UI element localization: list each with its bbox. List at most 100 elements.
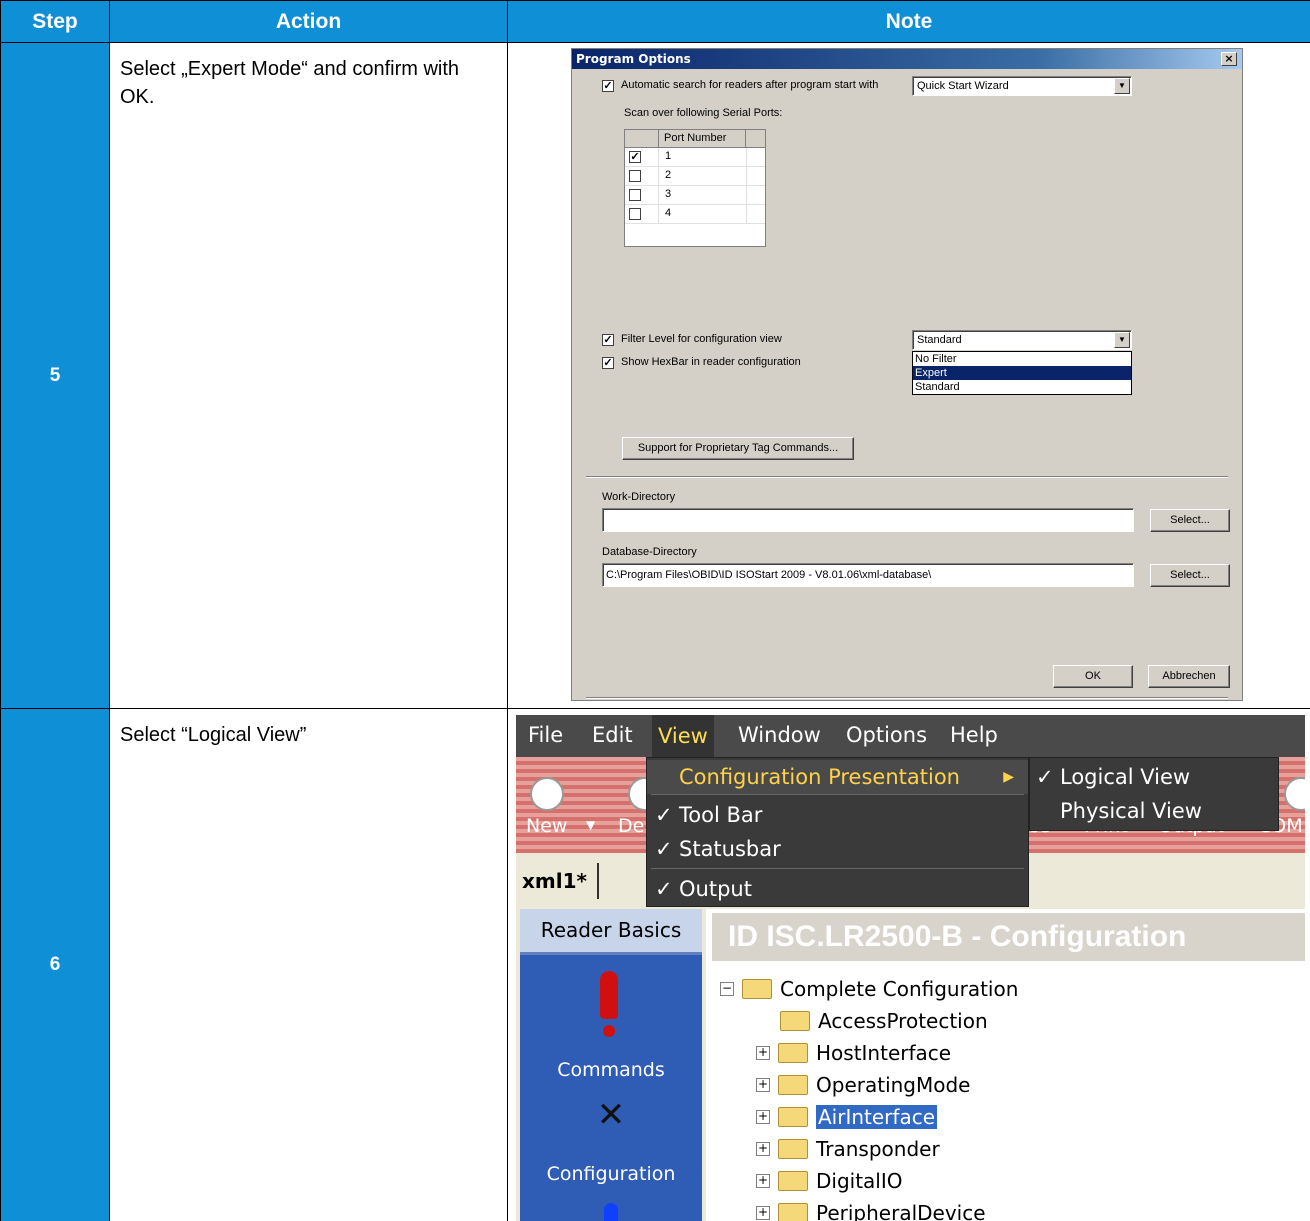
tree-item-selected[interactable]: + AirInterface: [756, 1103, 938, 1131]
collapse-icon[interactable]: −: [720, 981, 734, 996]
folder-icon: [778, 1202, 808, 1221]
header-action: Action: [109, 0, 508, 43]
tree-item[interactable]: + Transponder: [756, 1135, 940, 1163]
filter-level-checkbox[interactable]: ✓: [602, 334, 614, 346]
iso-icon: [604, 1203, 618, 1221]
menu-item-label: Physical View: [1060, 799, 1202, 823]
port-3-checkbox[interactable]: [629, 189, 641, 201]
expand-icon[interactable]: +: [756, 1173, 770, 1188]
auto-search-combo[interactable]: Quick Start Wizard ▼: [912, 76, 1132, 96]
dropdown-option-selected[interactable]: Expert: [913, 366, 1131, 380]
menu-file[interactable]: File: [528, 723, 563, 747]
toolbar-label-new[interactable]: New: [526, 815, 567, 837]
tree-item[interactable]: AccessProtection: [780, 1007, 988, 1035]
sidebar-header[interactable]: Reader Basics: [520, 909, 702, 955]
menu-item-output[interactable]: ✓ Output: [647, 872, 1028, 906]
db-dir-field[interactable]: C:\Program Files\OBID\ID ISOStart 2009 -…: [602, 563, 1134, 587]
commands-icon[interactable]: [600, 971, 618, 1019]
db-dir-select-button[interactable]: Select...: [1150, 564, 1230, 587]
commands-icon-dot: [603, 1025, 615, 1037]
menu-item-tool-bar[interactable]: ✓ Tool Bar: [647, 798, 1028, 832]
chevron-down-icon[interactable]: ▼: [1114, 332, 1130, 348]
folder-icon: [778, 1106, 808, 1127]
tree-item[interactable]: + PeripheralDevice: [756, 1199, 986, 1221]
proprietary-commands-button[interactable]: Support for Proprietary Tag Commands...: [622, 437, 854, 460]
menu-item-configuration-presentation[interactable]: Configuration Presentation ▶: [647, 760, 1028, 794]
program-options-dialog: Program Options × ✓ Automatic search for…: [571, 48, 1243, 701]
show-hexbar-checkbox[interactable]: ✓: [602, 357, 614, 369]
com-icon[interactable]: [1284, 777, 1305, 811]
expand-icon[interactable]: +: [756, 1045, 770, 1060]
tree-item[interactable]: + OperatingMode: [756, 1071, 970, 1099]
port-row[interactable]: ✓ 1: [625, 148, 765, 167]
folder-icon: [778, 1138, 808, 1159]
filter-level-label: Filter Level for configuration view: [621, 333, 782, 345]
menu-item-label: Output: [679, 877, 752, 901]
app-screenshot: New ▼ De ce Print Output COM File Edit V…: [516, 715, 1305, 1221]
tree-label: HostInterface: [816, 1041, 952, 1065]
sidebar-item-commands[interactable]: Commands: [520, 1059, 702, 1081]
sidebar: Reader Basics Commands ✕ Configuration: [520, 909, 702, 1221]
close-icon[interactable]: ×: [1221, 52, 1237, 66]
menu-separator: [651, 794, 1024, 795]
menu-separator: [651, 868, 1024, 869]
dropdown-option[interactable]: Standard: [913, 380, 1131, 394]
menu-item-statusbar[interactable]: ✓ Statusbar: [647, 832, 1028, 866]
menu-item-physical-view[interactable]: Physical View: [1030, 794, 1278, 828]
port-grid[interactable]: Port Number ✓ 1 2 3 4: [624, 129, 766, 247]
tree-item[interactable]: − Complete Configuration: [720, 975, 1018, 1003]
menu-item-logical-view[interactable]: ✓ Logical View: [1030, 760, 1278, 794]
menu-item-label: Statusbar: [679, 837, 781, 861]
menu-options[interactable]: Options: [846, 723, 927, 747]
expand-icon[interactable]: +: [756, 1109, 770, 1124]
new-document-icon[interactable]: [530, 777, 564, 811]
dropdown-arrow-icon[interactable]: ▼: [586, 818, 595, 832]
port-number: 3: [665, 188, 672, 200]
port-row[interactable]: 4: [625, 205, 765, 224]
filter-level-combo-value: Standard: [917, 334, 962, 346]
chevron-down-icon[interactable]: ▼: [1114, 78, 1130, 94]
ok-button[interactable]: OK: [1053, 665, 1133, 688]
cancel-button[interactable]: Abbrechen: [1148, 665, 1230, 688]
note-cell: Program Options × ✓ Automatic search for…: [507, 42, 1310, 709]
port-row[interactable]: 2: [625, 167, 765, 186]
expand-icon[interactable]: +: [756, 1077, 770, 1092]
tree-item[interactable]: + DigitalIO: [756, 1167, 903, 1195]
menu-help[interactable]: Help: [950, 723, 998, 747]
port-2-checkbox[interactable]: [629, 170, 641, 182]
action-text: Select “Logical View”: [109, 708, 508, 1221]
port-header-blank: [625, 130, 659, 147]
sidebar-item-configuration[interactable]: Configuration: [520, 1163, 702, 1185]
expand-icon[interactable]: +: [756, 1141, 770, 1156]
step-number: 6: [0, 708, 110, 1221]
work-dir-field[interactable]: [602, 508, 1134, 532]
toolbar-label-detect[interactable]: De: [618, 815, 644, 837]
check-icon: ✓: [655, 877, 673, 901]
dialog-title-bar: Program Options ×: [572, 49, 1242, 69]
menu-view[interactable]: View: [652, 715, 714, 757]
tools-icon[interactable]: ✕: [586, 1095, 636, 1135]
show-hexbar-label: Show HexBar in reader configuration: [621, 356, 801, 368]
tree-label: AccessProtection: [818, 1009, 988, 1033]
port-row[interactable]: 3: [625, 186, 765, 205]
port-divider: [746, 148, 747, 167]
presentation-submenu: ✓ Logical View Physical View: [1029, 757, 1279, 831]
dialog-title: Program Options: [576, 52, 691, 66]
tab-xml1[interactable]: xml1*: [522, 863, 599, 899]
menu-window[interactable]: Window: [738, 723, 821, 747]
menu-edit[interactable]: Edit: [592, 723, 633, 747]
port-4-checkbox[interactable]: [629, 208, 641, 220]
port-check-cell: [625, 167, 659, 186]
auto-search-checkbox[interactable]: ✓: [602, 80, 614, 92]
expand-icon[interactable]: +: [756, 1205, 770, 1220]
tree-item[interactable]: + HostInterface: [756, 1039, 951, 1067]
tree-label: Complete Configuration: [780, 977, 1019, 1001]
tree-label: OperatingMode: [816, 1073, 971, 1097]
filter-level-dropdown[interactable]: No Filter Expert Standard: [912, 351, 1132, 395]
auto-search-combo-value: Quick Start Wizard: [917, 80, 1009, 92]
filter-level-combo[interactable]: Standard ▼: [912, 330, 1132, 350]
work-dir-select-button[interactable]: Select...: [1150, 509, 1230, 532]
port-1-checkbox[interactable]: ✓: [629, 151, 641, 163]
port-check-cell: [625, 205, 659, 224]
dropdown-option[interactable]: No Filter: [913, 352, 1131, 366]
